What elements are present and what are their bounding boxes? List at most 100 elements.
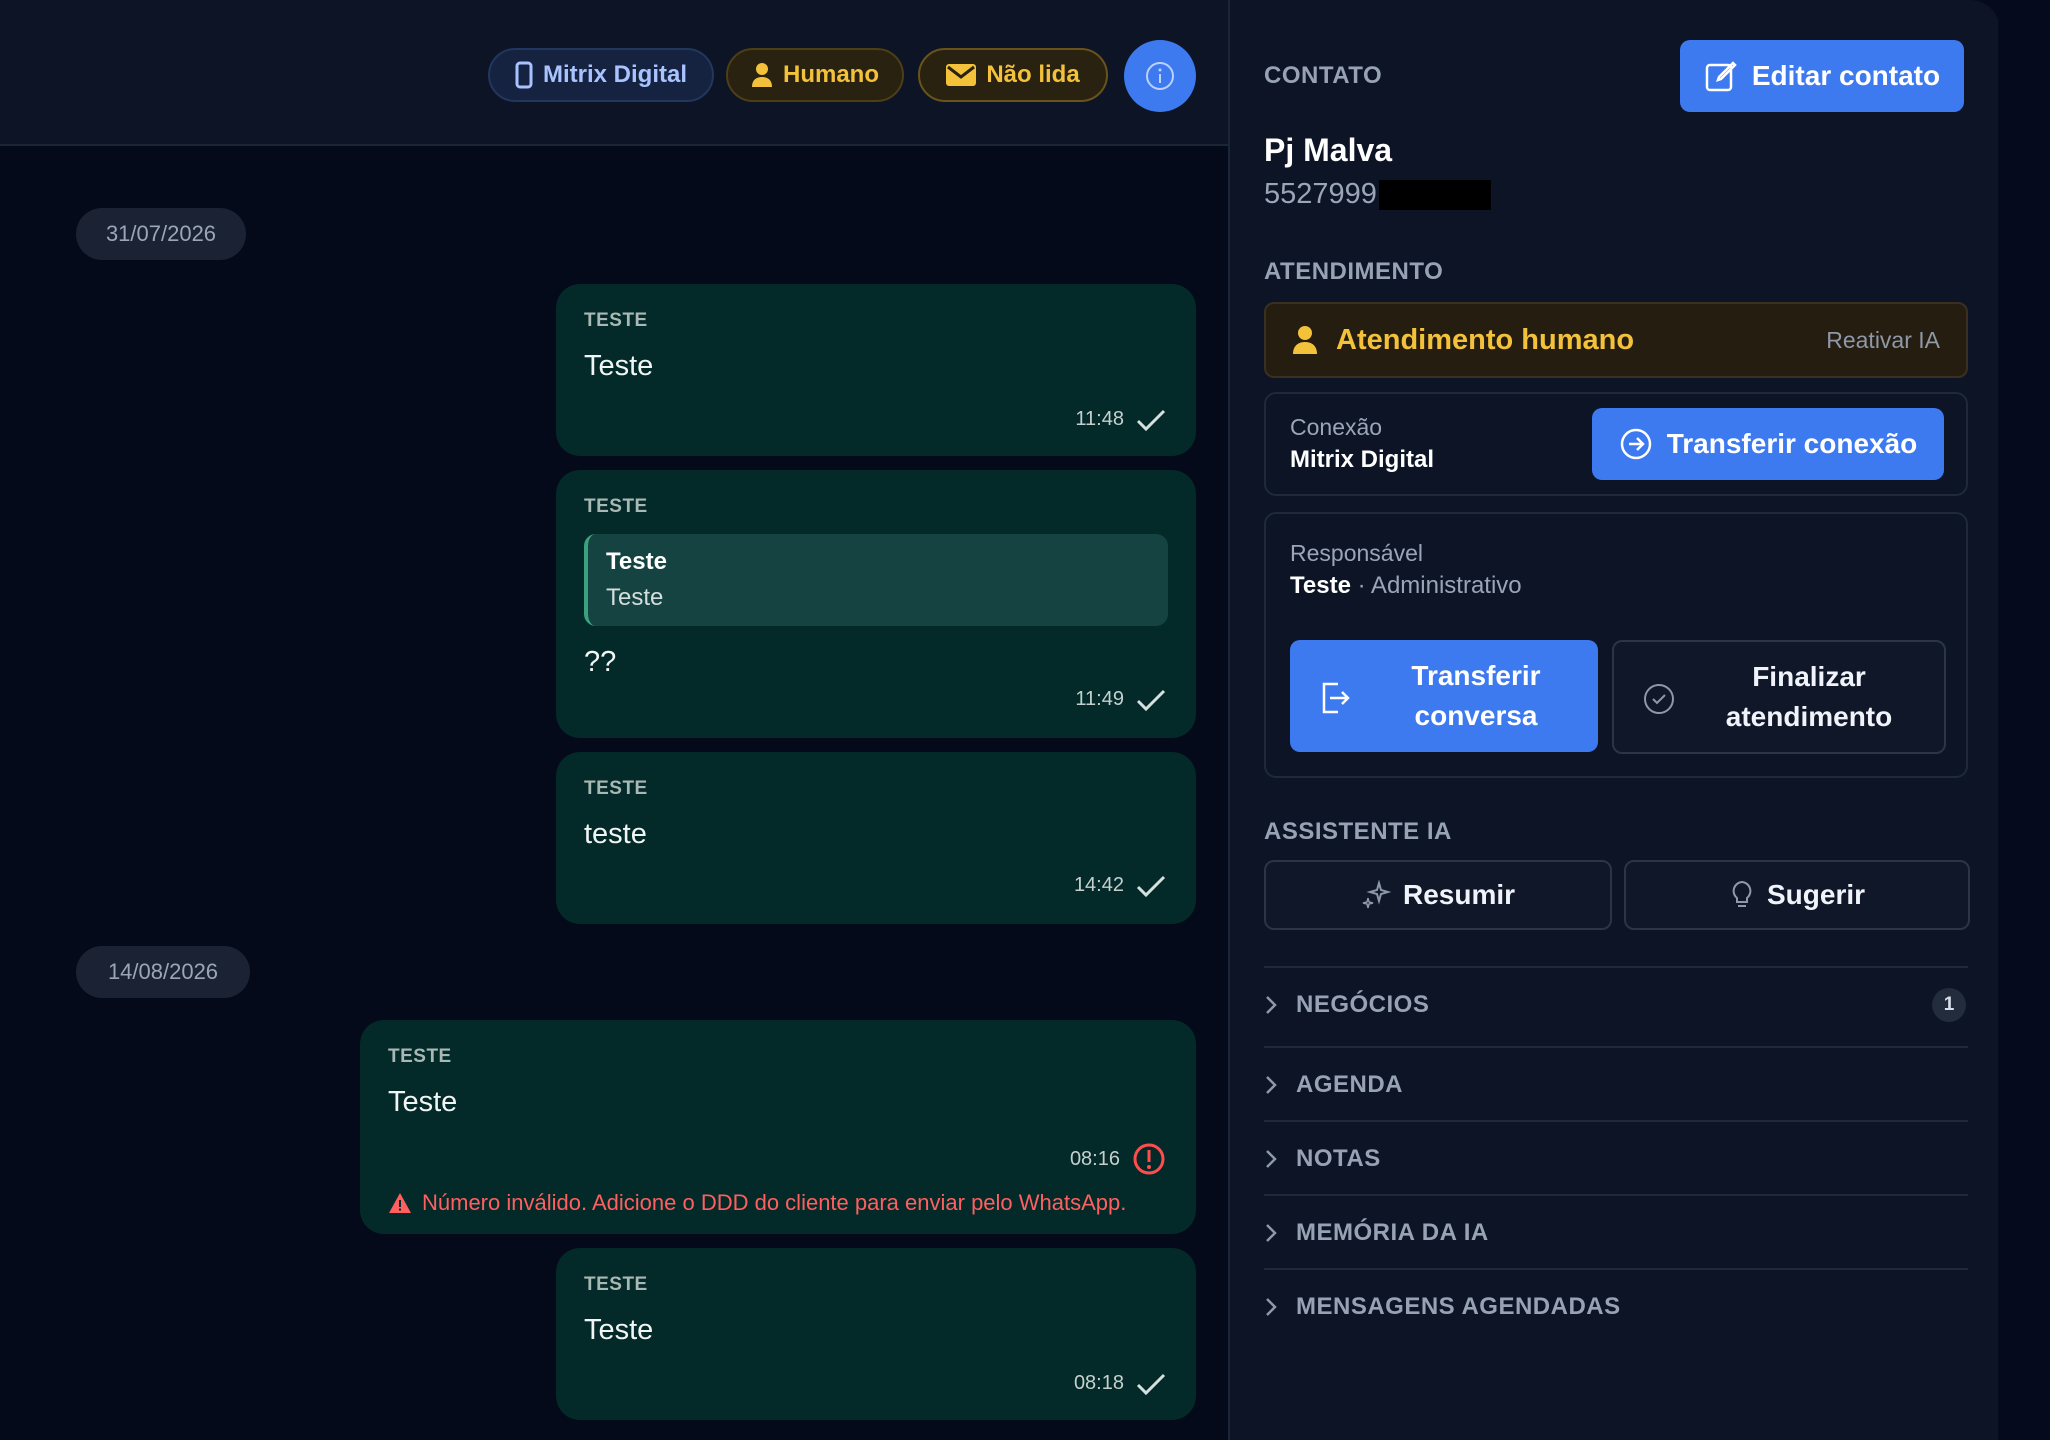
summarize-label: Resumir [1402, 879, 1516, 910]
message-meta: 11:48 [1075, 408, 1166, 431]
date-separator: 14/08/2026 [76, 946, 250, 998]
unread-label: Não lida [986, 61, 1080, 88]
suggest-button[interactable]: Sugerir [1624, 860, 1970, 930]
chevron-right-icon [1266, 1224, 1277, 1242]
human-service-label: Atendimento humano [1336, 323, 1635, 356]
responsible-card: Responsável Teste · Administrativo Trans… [1264, 512, 1968, 778]
finish-service-label: Finalizar atendimento [1725, 661, 1893, 732]
message-bubble[interactable]: TESTE Teste 08:16 Número inválido. Adici… [360, 1020, 1196, 1234]
warning-icon [389, 1193, 411, 1213]
background-strip [1998, 0, 2050, 1440]
contact-phone-value: 5527999 [1264, 178, 1377, 210]
responsible-value: Teste · Administrativo [1290, 572, 1522, 600]
message-text: ?? [584, 646, 617, 678]
section-label: AGENDA [1296, 1071, 1404, 1098]
message-sender: TESTE [584, 778, 648, 799]
message-text: Teste [388, 1086, 458, 1118]
chevron-right-icon [1266, 1076, 1277, 1094]
exit-icon [1322, 682, 1350, 714]
error-message: Número inválido. Adicione o DDD do clien… [388, 1190, 1126, 1216]
person-icon [752, 63, 772, 87]
info-button[interactable] [1124, 40, 1196, 112]
section-negocios[interactable]: NEGÓCIOS 1 [1264, 966, 1968, 1042]
envelope-icon [946, 64, 977, 86]
finish-service-button[interactable]: Finalizar atendimento [1612, 640, 1946, 754]
message-time: 14:42 [1073, 874, 1124, 896]
error-text: Número inválido. Adicione o DDD do clien… [422, 1190, 1127, 1215]
contact-name: Pj Malva [1264, 132, 1393, 168]
message-time: 08:18 [1073, 1372, 1124, 1394]
contact-phone: 5527999 [1264, 178, 1491, 211]
contact-section-title: CONTATO [1264, 62, 1383, 89]
message-time: 11:49 [1075, 688, 1124, 710]
assistant-section-title: ASSISTENTE IA [1264, 818, 1452, 845]
lightbulb-icon [1732, 880, 1752, 907]
redaction-box [1378, 179, 1491, 210]
section-memoria[interactable]: MEMÓRIA DA IA [1264, 1194, 1968, 1270]
message-sender: TESTE [388, 1046, 452, 1067]
message-bubble[interactable]: TESTE Teste 08:18 [556, 1248, 1196, 1420]
message-meta: 08:16 [1070, 1142, 1166, 1176]
message-sender: TESTE [584, 310, 648, 331]
message-text: Teste [584, 350, 654, 382]
service-section-title: ATENDIMENTO [1264, 258, 1444, 285]
message-bubble[interactable]: TESTE Teste Teste ?? 11:49 [556, 470, 1196, 738]
unread-pill[interactable]: Não lida [918, 48, 1108, 102]
message-meta: 11:49 [1075, 688, 1166, 711]
quoted-message[interactable]: Teste Teste [584, 534, 1168, 626]
check-circle-icon [1644, 684, 1674, 714]
message-meta: 14:42 [1074, 874, 1166, 897]
connection-label: Conexão [1290, 414, 1383, 440]
human-mode-label: Humano [783, 61, 879, 88]
message-sender: TESTE [584, 496, 648, 517]
date-label: 14/08/2026 [107, 959, 219, 984]
message-sender: TESTE [584, 1274, 648, 1295]
check-icon [1136, 1373, 1166, 1395]
reactivate-ai-button[interactable]: Reativar IA [1826, 327, 1940, 354]
section-agenda[interactable]: AGENDA [1264, 1046, 1968, 1122]
edit-icon [1705, 61, 1737, 92]
connection-pill[interactable]: Mitrix Digital [488, 48, 714, 102]
chevron-right-icon [1266, 996, 1277, 1014]
responsible-name: Teste [1290, 572, 1351, 599]
transfer-conversation-button[interactable]: Transferir conversa [1290, 640, 1598, 752]
connection-card: Conexão Mitrix Digital Transferir conexã… [1264, 392, 1968, 496]
sparkles-icon [1362, 880, 1391, 909]
section-label: MENSAGENS AGENDADAS [1296, 1293, 1621, 1320]
contact-panel: CONTATO Editar contato Pj Malva 5527999 … [1228, 0, 2000, 1440]
section-label: NEGÓCIOS [1296, 991, 1430, 1018]
phone-icon [515, 61, 533, 89]
summarize-button[interactable]: Resumir [1264, 860, 1612, 930]
edit-contact-button[interactable]: Editar contato [1680, 40, 1964, 112]
count-badge: 1 [1932, 988, 1966, 1022]
transfer-connection-button[interactable]: Transferir conexão [1592, 408, 1944, 480]
error-icon [1133, 1143, 1165, 1175]
message-time: 08:16 [1069, 1147, 1120, 1170]
section-label: MEMÓRIA DA IA [1296, 1219, 1489, 1246]
check-icon [1136, 689, 1166, 711]
chevron-right-icon [1266, 1298, 1277, 1316]
connection-value: Mitrix Digital [1290, 446, 1435, 473]
info-icon [1146, 62, 1174, 90]
check-icon [1136, 409, 1166, 431]
edit-contact-label: Editar contato [1751, 60, 1941, 91]
transfer-conversation-label: Transferir conversa [1411, 660, 1541, 731]
quoted-text: Teste [606, 584, 664, 611]
quoted-author: Teste [606, 548, 667, 575]
section-label: NOTAS [1296, 1145, 1381, 1172]
message-bubble[interactable]: TESTE Teste 11:48 [556, 284, 1196, 456]
human-service-bar: Atendimento humano Reativar IA [1264, 302, 1968, 378]
date-separator: 31/07/2026 [76, 208, 246, 260]
section-notas[interactable]: NOTAS [1264, 1120, 1968, 1196]
section-mensagens-agendadas[interactable]: MENSAGENS AGENDADAS [1264, 1268, 1968, 1344]
message-text: Teste [584, 1314, 654, 1346]
message-bubble[interactable]: TESTE teste 14:42 [556, 752, 1196, 924]
connection-pill-label: Mitrix Digital [542, 61, 687, 88]
arrow-circle-icon [1620, 428, 1651, 460]
chat-area: Mitrix Digital Humano Não lida 31/07/202… [0, 0, 1228, 1440]
chat-header: Mitrix Digital Humano Não lida [0, 0, 1228, 146]
person-icon [1293, 326, 1317, 354]
human-mode-pill[interactable]: Humano [726, 48, 904, 102]
message-text: teste [584, 818, 647, 850]
message-time: 11:48 [1075, 408, 1124, 430]
